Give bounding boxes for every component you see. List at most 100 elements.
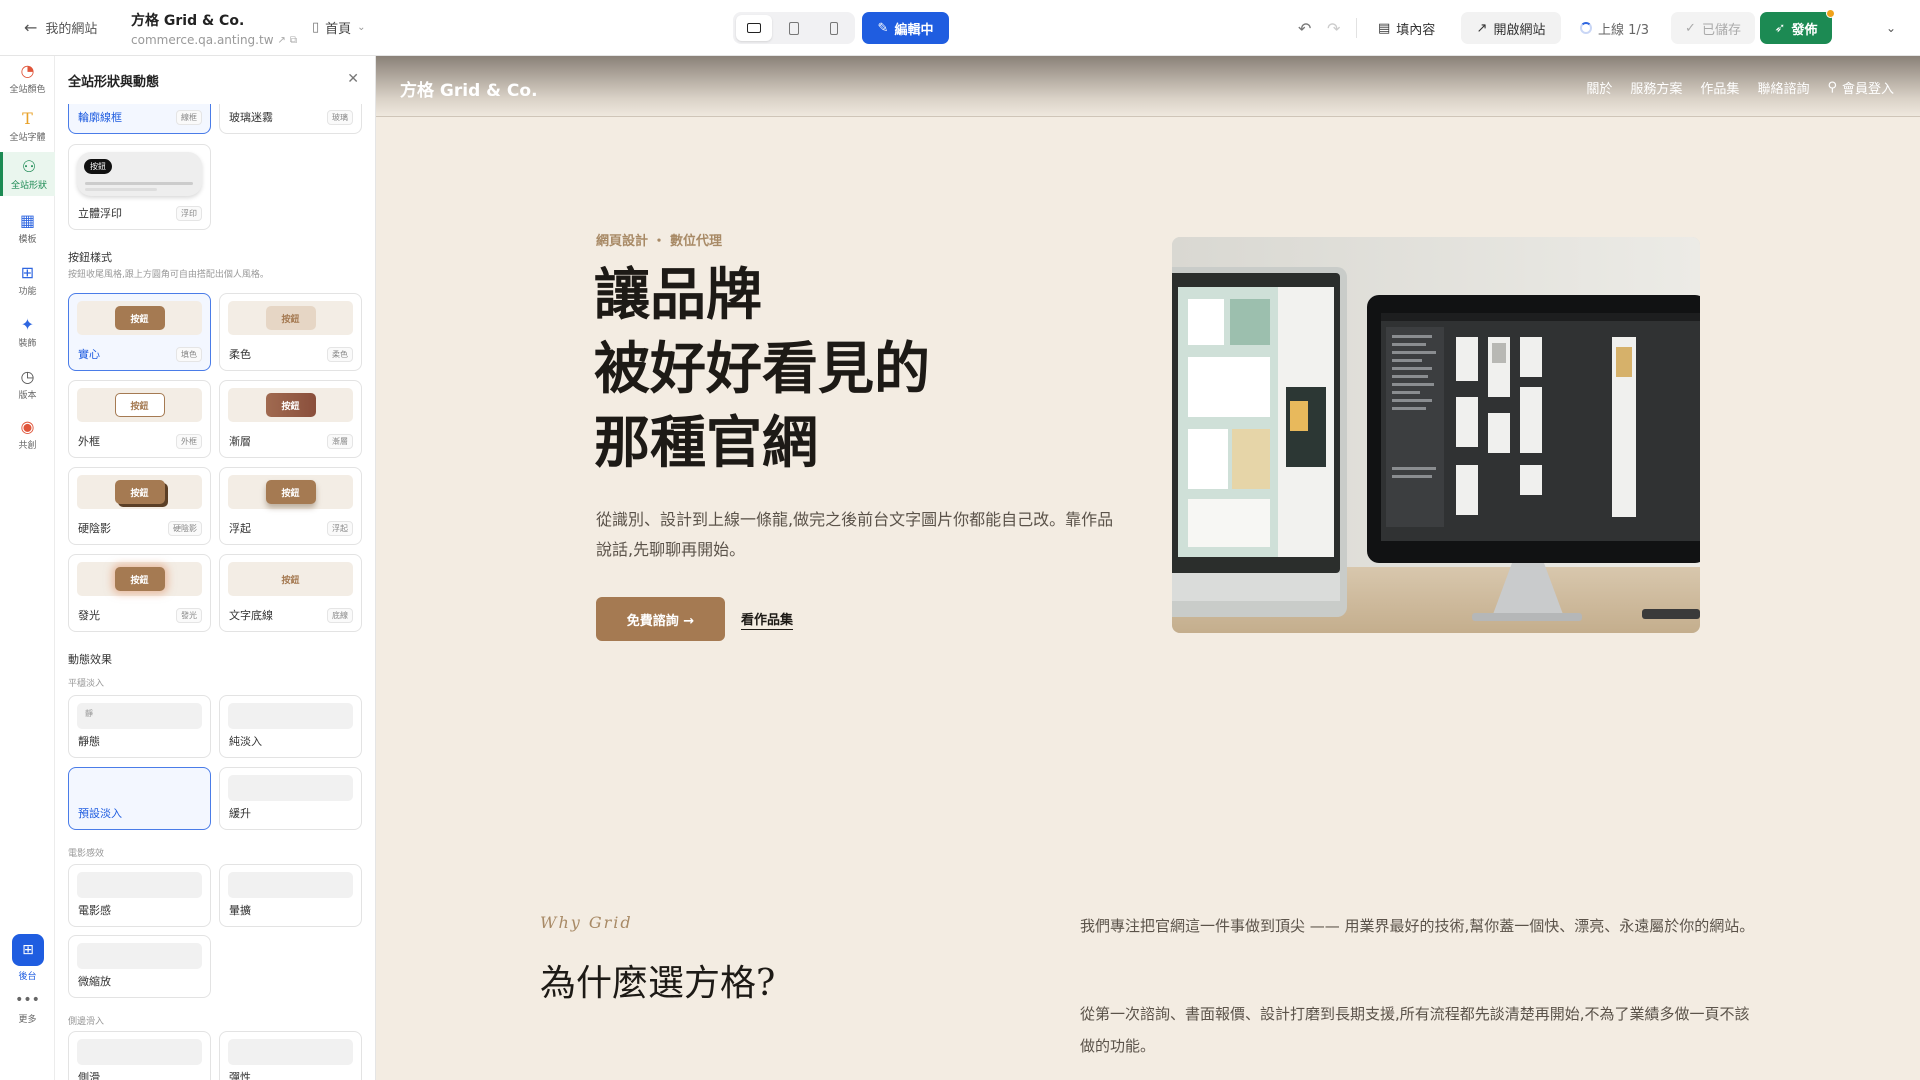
nav-link-services[interactable]: 服務方案 bbox=[1630, 78, 1682, 97]
motion-pure-fade[interactable]: 純淡入 bbox=[219, 695, 362, 758]
card-tag: 浮印 bbox=[176, 206, 202, 221]
rocket-icon: ➶ bbox=[1774, 20, 1786, 36]
site-nav-links: 關於 服務方案 作品集 聯絡諮詢 ⚲ 會員登入 bbox=[1586, 78, 1894, 97]
mobile-view-button[interactable] bbox=[816, 15, 852, 41]
card-tag: 浮起 bbox=[327, 521, 353, 536]
motion-preview bbox=[77, 943, 202, 969]
motion-preview bbox=[77, 775, 202, 801]
rail-item-colors[interactable]: ◔ 全站顏色 bbox=[0, 56, 55, 100]
desktop-view-button[interactable] bbox=[736, 15, 772, 41]
button-style-raised[interactable]: 按鈕 浮起 浮起 bbox=[219, 467, 362, 545]
button-preview: 按鈕 bbox=[228, 562, 353, 596]
motion-section-title: 動態效果 bbox=[68, 653, 112, 666]
redo-button[interactable]: ↷ bbox=[1327, 12, 1340, 44]
button-section-title: 按鈕樣式 bbox=[68, 251, 112, 264]
site-logo[interactable]: 方格 Grid & Co. bbox=[400, 76, 538, 101]
motion-preview: 靜 bbox=[77, 703, 202, 729]
demo-button: 按鈕 bbox=[114, 306, 165, 330]
button-preview: 按鈕 bbox=[228, 301, 353, 335]
undo-button[interactable]: ↶ bbox=[1298, 12, 1311, 44]
site-info: 方格 Grid & Co. commerce.qa.anting.tw ↗ ⧉ bbox=[131, 10, 297, 47]
back-to-sites-link[interactable]: ← 我的網站 bbox=[24, 18, 97, 37]
rail-item-collab[interactable]: ◉ 共創 bbox=[0, 412, 55, 456]
button-style-underline[interactable]: 按鈕 文字底線 底線 bbox=[219, 554, 362, 632]
motion-slow-rise[interactable]: 緩升 bbox=[219, 767, 362, 830]
nav-link-portfolio[interactable]: 作品集 bbox=[1700, 78, 1739, 97]
demo-button: 按鈕 bbox=[265, 393, 316, 417]
card-label: 微縮放 bbox=[78, 975, 111, 988]
rail-item-templates[interactable]: ▦ 模板 bbox=[0, 206, 55, 250]
shadow-style-emboss[interactable]: 按鈕 立體浮印 浮印 bbox=[68, 144, 211, 230]
button-preview: 按鈕 bbox=[77, 562, 202, 596]
publish-button[interactable]: ➶ 發佈 bbox=[1760, 9, 1835, 44]
hero-headline: 讓品牌 被好好看見的 那種官網 bbox=[594, 258, 1114, 480]
preview-line bbox=[85, 188, 157, 191]
motion-elastic[interactable]: 彈性 bbox=[219, 1031, 362, 1080]
motion-static[interactable]: 靜 靜態 bbox=[68, 695, 211, 758]
card-label: 發光 bbox=[78, 609, 100, 622]
shadow-style-glass[interactable]: 玻璃迷霧 玻璃 bbox=[219, 104, 362, 134]
motion-side-slide[interactable]: 側滑 bbox=[68, 1031, 211, 1080]
card-label: 輪廓線框 bbox=[78, 111, 122, 124]
copy-icon[interactable]: ⧉ bbox=[290, 35, 297, 46]
card-label: 彈性 bbox=[229, 1071, 251, 1080]
backend-button[interactable]: ⊞ bbox=[12, 934, 44, 966]
rail-item-versions[interactable]: ◷ 版本 bbox=[0, 362, 55, 406]
fill-content-button[interactable]: ▤ 填內容 bbox=[1378, 12, 1435, 44]
open-site-button[interactable]: ↗ 開啟網站 bbox=[1461, 12, 1561, 44]
apps-grid-icon: ⊞ bbox=[22, 942, 34, 958]
editing-mode-button[interactable]: ✎ 編輯中 bbox=[862, 12, 949, 44]
more-icon[interactable]: ••• bbox=[0, 992, 55, 1008]
rail-item-fonts[interactable]: T 全站字體 bbox=[0, 104, 55, 148]
saved-status: ✓ 已儲存 bbox=[1671, 12, 1755, 44]
close-icon[interactable]: ✕ bbox=[347, 71, 359, 87]
page-selector[interactable]: ▯ 首頁 ⌄ bbox=[312, 18, 366, 37]
button-style-hard-shadow[interactable]: 按鈕 硬陰影 硬陰影 bbox=[68, 467, 211, 545]
button-style-outline[interactable]: 按鈕 外框 外框 bbox=[68, 380, 211, 458]
tablet-view-button[interactable] bbox=[776, 15, 812, 41]
nav-link-contact[interactable]: 聯絡諮詢 bbox=[1757, 78, 1809, 97]
button-style-solid[interactable]: 按鈕 實心 填色 bbox=[68, 293, 211, 371]
chevron-down-icon[interactable]: ⌄ bbox=[1886, 12, 1896, 44]
member-login-link[interactable]: ⚲ 會員登入 bbox=[1827, 78, 1894, 97]
card-tag: 發光 bbox=[176, 608, 202, 623]
external-link-icon[interactable]: ↗ bbox=[278, 35, 286, 46]
site-domain: commerce.qa.anting.tw bbox=[131, 33, 274, 47]
rail-item-shapes[interactable]: ⚇ 全站形狀 bbox=[0, 152, 55, 196]
button-preview: 按鈕 bbox=[77, 301, 202, 335]
backend-label: 後台 bbox=[18, 972, 37, 982]
button-style-soft[interactable]: 按鈕 柔色 柔色 bbox=[219, 293, 362, 371]
rail-item-decor[interactable]: ✦ 裝飾 bbox=[0, 310, 55, 354]
button-preview: 按鈕 bbox=[77, 388, 202, 422]
desktop-icon bbox=[747, 23, 761, 33]
card-label: 實心 bbox=[78, 348, 100, 361]
motion-sub-fade: 平穩淡入 bbox=[68, 679, 105, 689]
free-consult-button[interactable]: 免費諮詢 → bbox=[596, 597, 725, 641]
fill-label: 填內容 bbox=[1396, 22, 1436, 38]
rail-item-features[interactable]: ⊞ 功能 bbox=[0, 258, 55, 302]
toolbar-divider bbox=[1356, 18, 1357, 38]
nav-link-about[interactable]: 關於 bbox=[1586, 78, 1612, 97]
view-portfolio-link[interactable]: 看作品集 bbox=[741, 609, 794, 630]
motion-micro-zoom[interactable]: 微縮放 bbox=[68, 935, 211, 998]
top-bar: ← 我的網站 方格 Grid & Co. commerce.qa.anting.… bbox=[0, 0, 1920, 56]
shape-motion-panel: 全站形狀與動態 ✕ 輪廓線框 線框 玻璃迷霧 玻璃 按鈕 立體浮印 浮印 按鈕樣… bbox=[55, 56, 376, 1080]
why-paragraph-1: 我們專注把官網這一件事做到頂尖 —— 用業界最好的技術,幫你蓋一個快、漂亮、永遠… bbox=[1080, 917, 1755, 935]
card-tag: 玻璃 bbox=[327, 110, 353, 125]
motion-preview bbox=[228, 1039, 353, 1065]
online-status[interactable]: 上線 1/3 bbox=[1580, 12, 1649, 44]
motion-cinematic[interactable]: 電影感 bbox=[68, 864, 211, 927]
type-icon: T bbox=[22, 108, 33, 128]
chevron-down-icon: ⌄ bbox=[357, 22, 366, 33]
site-domain-row[interactable]: commerce.qa.anting.tw ↗ ⧉ bbox=[131, 33, 297, 47]
motion-blur-spread[interactable]: 暈擴 bbox=[219, 864, 362, 927]
site-preview: 方格 Grid & Co. 關於 服務方案 作品集 聯絡諮詢 ⚲ 會員登入 網頁… bbox=[376, 56, 1920, 1080]
shadow-style-outline[interactable]: 輪廓線框 線框 bbox=[68, 104, 211, 134]
emboss-chip: 按鈕 bbox=[84, 159, 112, 174]
motion-preview bbox=[228, 703, 353, 729]
button-style-glow[interactable]: 按鈕 發光 發光 bbox=[68, 554, 211, 632]
button-style-gradient[interactable]: 按鈕 漸層 漸層 bbox=[219, 380, 362, 458]
motion-default-fade[interactable]: 預設淡入 bbox=[68, 767, 211, 830]
device-switcher bbox=[733, 12, 855, 44]
card-label: 電影感 bbox=[78, 904, 111, 917]
